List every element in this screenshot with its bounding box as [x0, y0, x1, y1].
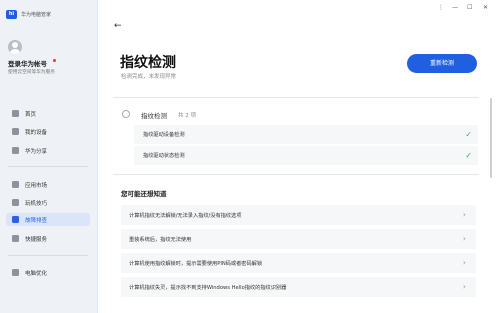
check-icon: ✓ [465, 129, 472, 139]
faq-item[interactable]: 重装系统后，指纹无法使用 › [121, 229, 476, 249]
section-title: 指纹检测 [141, 112, 167, 120]
chevron-right-icon: › [462, 282, 466, 291]
sidebar-item-optimize[interactable]: 电脑优化 [6, 266, 90, 279]
device-icon [12, 128, 19, 135]
sidebar-item-troubleshoot[interactable]: 故障排查 [6, 213, 90, 226]
maximize-icon[interactable]: ☐ [467, 4, 472, 12]
chevron-right-icon: › [462, 210, 466, 219]
faq-label: 计算机指纹失灵，提示找不到支持Windows Hello指纹的指纹识别器 [129, 284, 287, 291]
sidebar-item-tips[interactable]: 玩机技巧 [6, 196, 90, 209]
faq-heading: 您可能还想知道 [121, 190, 167, 198]
check-icon: ✓ [465, 150, 472, 160]
faq-item[interactable]: 计算机使用指纹解锁时，提示需要使用PIN码或者密码解锁 › [121, 253, 476, 273]
notification-dot [53, 59, 56, 62]
sidebar-item-label: 应用市场 [25, 182, 48, 189]
home-icon [12, 110, 19, 117]
sidebar-item-label: 首页 [25, 111, 37, 118]
sidebar-item-label: 玩机技巧 [25, 200, 48, 207]
page-title: 指纹检测 [120, 55, 176, 71]
close-icon[interactable]: ✕ [483, 4, 488, 12]
sidebar-item-home[interactable]: 首页 [6, 107, 90, 120]
faq-item[interactable]: 计算机指纹失灵，提示找不到支持Windows Hello指纹的指纹识别器 › [121, 277, 476, 297]
section-divider [113, 174, 479, 175]
faq-label: 计算机使用指纹解锁时，提示需要使用PIN码或者密码解锁 [129, 260, 263, 267]
sidebar-item-label: 快捷服务 [25, 236, 48, 243]
minimize-icon[interactable]: — [452, 4, 458, 12]
header-divider [113, 97, 479, 98]
chevron-right-icon: › [462, 258, 466, 267]
share-icon [12, 147, 19, 154]
sidebar-item-label: 我的设备 [25, 129, 48, 136]
sidebar-item-huawei-share[interactable]: 华为分享 [6, 144, 90, 157]
scrollbar[interactable] [490, 98, 492, 178]
check-label: 指纹驱动状态检测 [143, 153, 185, 159]
tips-icon [12, 199, 19, 206]
login-link[interactable]: 登录华为帐号 [8, 58, 47, 68]
app-store-icon [12, 181, 19, 188]
sidebar-divider [8, 255, 88, 256]
login-subtitle: 使用云空间等华为服务 [8, 70, 55, 75]
recheck-button[interactable]: 重新检测 [407, 54, 477, 73]
section-count: 共 2 项 [178, 113, 196, 119]
app-logo: hi [6, 10, 17, 19]
sidebar-item-my-devices[interactable]: 我的设备 [6, 125, 90, 138]
check-label: 指纹驱动设备检测 [143, 132, 185, 138]
troubleshoot-icon [12, 216, 19, 223]
avatar[interactable] [8, 40, 22, 54]
faq-label: 重装系统后，指纹无法使用 [129, 236, 192, 243]
app-header: hi 华为电脑管家 [6, 10, 51, 19]
chevron-right-icon: › [462, 234, 466, 243]
app-name: 华为电脑管家 [21, 12, 52, 18]
back-arrow-icon[interactable]: ← [114, 21, 122, 31]
sidebar-item-label: 华为分享 [25, 148, 48, 155]
sidebar-divider [8, 166, 88, 167]
check-row: 指纹驱动状态检测 ✓ [134, 146, 478, 165]
sidebar-item-label: 电脑优化 [25, 270, 48, 277]
faq-label: 计算机指纹无法解锁/无法录入指纹/没有指纹选项 [129, 212, 242, 219]
more-icon[interactable]: ⋮ [438, 4, 444, 12]
sidebar-item-quick-service[interactable]: 快捷服务 [6, 232, 90, 245]
sidebar-item-label: 故障排查 [25, 217, 48, 224]
page-subtitle: 检测完成，未发现异常 [121, 74, 177, 80]
sidebar-item-app-market[interactable]: 应用市场 [6, 178, 90, 191]
service-icon [12, 235, 19, 242]
check-row: 指纹驱动设备检测 ✓ [134, 125, 478, 144]
sidebar: hi 华为电脑管家 登录华为帐号 使用云空间等华为服务 首页 我的设备 华为分享… [0, 0, 98, 313]
optimize-icon [12, 269, 19, 276]
fingerprint-icon [122, 110, 130, 118]
faq-item[interactable]: 计算机指纹无法解锁/无法录入指纹/没有指纹选项 › [121, 205, 476, 225]
